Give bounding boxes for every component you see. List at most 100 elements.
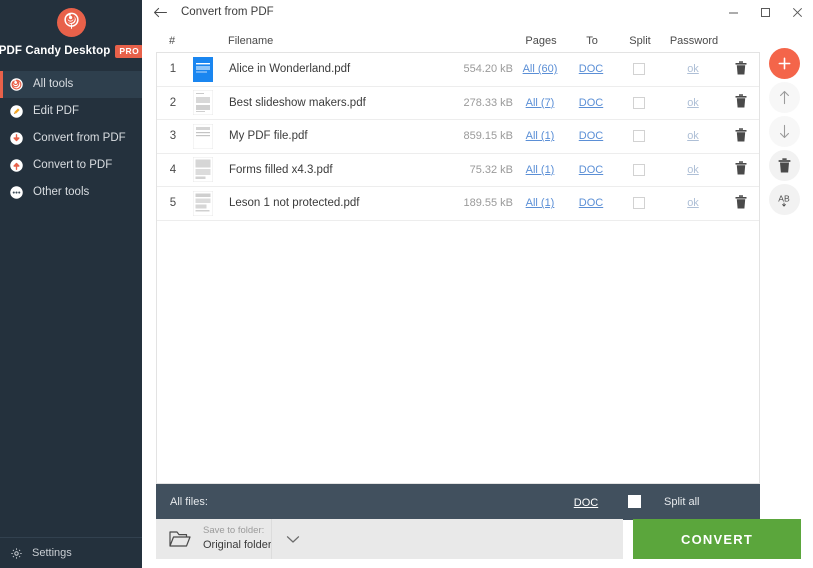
file-thumbnail <box>189 157 219 182</box>
close-button[interactable] <box>781 0 813 24</box>
password-link[interactable]: ok <box>687 130 699 142</box>
sidebar-item-convert-from-pdf[interactable]: Convert from PDF <box>0 125 142 152</box>
file-size: 278.33 kB <box>463 97 513 109</box>
file-name: My PDF file.pdf <box>229 130 308 142</box>
row-index: 3 <box>157 130 189 142</box>
column-header-filename: Filename <box>218 35 428 47</box>
settings-label: Settings <box>32 547 72 559</box>
table-row[interactable]: 4 Forms filled x4.3.pdf 75.32 kB All (1)… <box>157 154 759 188</box>
brand-block: PDF Candy Desktop PRO <box>0 0 142 58</box>
format-link[interactable]: DOC <box>579 63 603 75</box>
file-table: # Filename Pages To Split Password 1 <box>156 30 760 520</box>
split-checkbox[interactable] <box>633 97 645 109</box>
sidebar-item-all-tools[interactable]: All tools <box>0 71 142 98</box>
table-row[interactable]: 3 My PDF file.pdf 859.15 kB All (1) DOC <box>157 120 759 154</box>
table-row[interactable]: 5 Leson 1 not protected.pdf 189.55 kB Al… <box>157 187 759 221</box>
file-size: 189.55 kB <box>463 197 513 209</box>
column-header-split: Split <box>616 35 664 47</box>
pencil-icon <box>9 104 24 119</box>
split-checkbox[interactable] <box>633 63 645 75</box>
arrow-up-circle-icon <box>9 158 24 173</box>
move-up-button[interactable] <box>769 82 800 113</box>
chevron-down-icon[interactable] <box>271 519 314 559</box>
password-link[interactable]: ok <box>687 63 699 75</box>
all-files-format-link[interactable]: DOC <box>574 497 598 509</box>
password-link[interactable]: ok <box>687 97 699 109</box>
file-name: Alice in Wonderland.pdf <box>229 63 350 75</box>
file-thumbnail <box>189 191 219 216</box>
bottom-action-row: Save to folder: Original folder CONVERT <box>156 519 801 559</box>
sidebar-item-label: Other tools <box>33 186 89 198</box>
format-link[interactable]: DOC <box>579 197 603 209</box>
titlebar: Convert from PDF <box>142 0 813 24</box>
sidebar-item-other-tools[interactable]: Other tools <box>0 179 142 206</box>
save-folder-value: Original folder <box>203 538 271 553</box>
candy-spiral-icon <box>9 77 24 92</box>
split-checkbox[interactable] <box>633 164 645 176</box>
delete-row-button[interactable] <box>723 128 759 145</box>
all-files-label: All files: <box>156 496 562 508</box>
table-header-row: # Filename Pages To Split Password <box>156 30 760 52</box>
file-name: Leson 1 not protected.pdf <box>229 197 359 209</box>
file-thumbnail <box>189 57 219 82</box>
sidebar: PDF Candy Desktop PRO All tools <box>0 0 142 568</box>
arrow-down-circle-icon <box>9 131 24 146</box>
convert-button[interactable]: CONVERT <box>633 519 801 559</box>
add-files-button[interactable] <box>769 48 800 79</box>
pages-link[interactable]: All (1) <box>526 130 555 142</box>
gear-icon <box>9 546 24 561</box>
column-header-num: # <box>156 35 188 47</box>
brand-name: PDF Candy Desktop <box>0 45 110 57</box>
save-folder-caption: Save to folder: <box>203 525 271 538</box>
split-checkbox[interactable] <box>633 130 645 142</box>
sidebar-item-label: Convert from PDF <box>33 132 126 144</box>
back-arrow-icon[interactable] <box>151 3 169 21</box>
maximize-button[interactable] <box>749 0 781 24</box>
file-list: 1 Alice in Wonderland.pdf 554.20 kB All … <box>156 52 760 484</box>
password-link[interactable]: ok <box>687 164 699 176</box>
minimize-button[interactable] <box>717 0 749 24</box>
delete-row-button[interactable] <box>723 161 759 178</box>
action-rail: AB <box>767 48 801 215</box>
column-header-password: Password <box>664 35 724 47</box>
sidebar-item-edit-pdf[interactable]: Edit PDF <box>0 98 142 125</box>
pages-link[interactable]: All (60) <box>523 63 558 75</box>
password-link[interactable]: ok <box>687 197 699 209</box>
pages-link[interactable]: All (1) <box>526 164 555 176</box>
save-folder-text: Save to folder: Original folder <box>203 525 271 553</box>
table-row[interactable]: 2 Best slideshow makers.pdf 278.33 kB Al… <box>157 87 759 121</box>
sidebar-item-convert-to-pdf[interactable]: Convert to PDF <box>0 152 142 179</box>
pages-link[interactable]: All (7) <box>526 97 555 109</box>
sidebar-item-settings[interactable]: Settings <box>0 537 142 568</box>
file-size: 554.20 kB <box>463 63 513 75</box>
file-thumbnail <box>189 90 219 115</box>
format-link[interactable]: DOC <box>579 130 603 142</box>
delete-row-button[interactable] <box>723 195 759 212</box>
format-link[interactable]: DOC <box>579 164 603 176</box>
row-index: 2 <box>157 97 189 109</box>
split-all-checkbox[interactable] <box>628 495 641 508</box>
file-size: 859.15 kB <box>463 130 513 142</box>
delete-row-button[interactable] <box>723 61 759 78</box>
row-index: 5 <box>157 197 189 209</box>
save-folder-selector[interactable]: Save to folder: Original folder <box>156 519 623 559</box>
sidebar-item-label: Edit PDF <box>33 105 79 117</box>
split-checkbox[interactable] <box>633 197 645 209</box>
file-name: Best slideshow makers.pdf <box>229 97 366 109</box>
delete-row-button[interactable] <box>723 94 759 111</box>
table-row[interactable]: 1 Alice in Wonderland.pdf 554.20 kB All … <box>157 53 759 87</box>
column-header-to: To <box>568 35 616 47</box>
format-link[interactable]: DOC <box>579 97 603 109</box>
pages-link[interactable]: All (1) <box>526 197 555 209</box>
ellipsis-circle-icon <box>9 185 24 200</box>
sidebar-item-label: All tools <box>33 78 73 90</box>
svg-text:AB: AB <box>778 193 790 203</box>
page-title: Convert from PDF <box>181 6 274 18</box>
move-down-button[interactable] <box>769 116 800 147</box>
app-logo <box>57 8 86 37</box>
sort-alpha-button[interactable]: AB <box>769 184 800 215</box>
delete-all-button[interactable] <box>769 150 800 181</box>
file-thumbnail <box>189 124 219 149</box>
column-header-pages: Pages <box>514 35 568 47</box>
file-name: Forms filled x4.3.pdf <box>229 164 333 176</box>
